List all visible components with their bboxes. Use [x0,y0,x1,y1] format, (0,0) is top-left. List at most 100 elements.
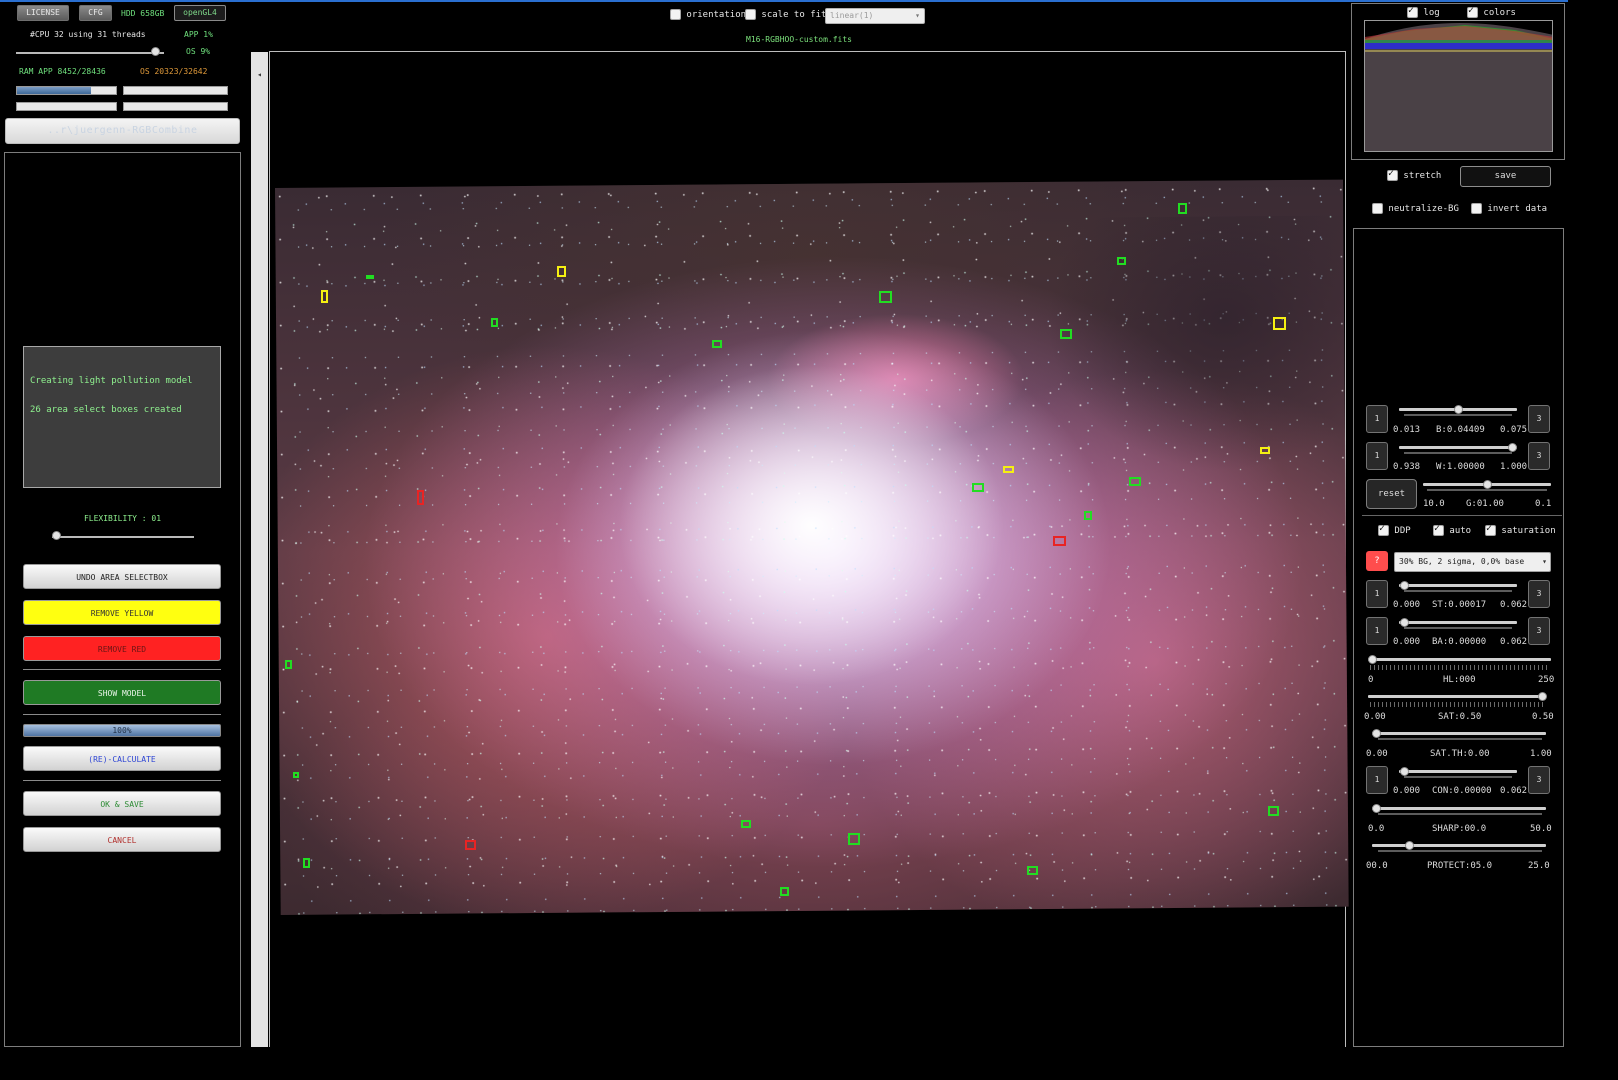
w-slider-knob[interactable] [1508,443,1517,452]
ok-save-button[interactable]: OK & SAVE [23,791,221,816]
area-selectbox[interactable] [972,483,984,492]
con-decrease-button[interactable]: 1 [1366,766,1388,794]
b-decrease-button[interactable]: 1 [1366,405,1388,433]
b-increase-button[interactable]: 3 [1528,405,1550,433]
b-slider[interactable] [1399,405,1517,414]
area-selectbox[interactable] [780,887,789,896]
panel-splitter[interactable]: ◂ [251,52,268,1047]
area-selectbox[interactable] [848,833,860,845]
area-selectbox[interactable] [712,340,722,348]
protect-slider[interactable] [1372,841,1546,850]
area-selectbox[interactable] [741,820,751,828]
area-selectbox[interactable] [417,490,424,505]
help-button[interactable]: ? [1366,551,1388,571]
area-selectbox[interactable] [1117,257,1126,265]
area-selectbox[interactable] [1273,317,1286,330]
area-selectbox[interactable] [1260,447,1270,454]
protect-slider-knob[interactable] [1405,841,1414,850]
colors-toggle[interactable]: colors [1467,5,1516,18]
sharp-slider[interactable] [1372,804,1546,813]
st-slider-knob[interactable] [1400,581,1409,590]
thread-slider-knob[interactable] [151,47,160,56]
area-selectbox[interactable] [557,266,566,277]
area-selectbox[interactable] [303,858,310,868]
colors-checkbox[interactable] [1467,5,1478,18]
show-model-button[interactable]: SHOW MODEL [23,680,221,705]
st-decrease-button[interactable]: 1 [1366,580,1388,608]
hl-slider[interactable] [1368,655,1551,664]
area-selectbox[interactable] [1003,466,1014,473]
ba-slider[interactable] [1399,618,1517,627]
flexibility-slider-knob[interactable] [52,531,61,540]
area-selectbox[interactable] [1129,477,1141,486]
auto-toggle[interactable]: auto [1433,523,1471,536]
neutralize-bg-toggle[interactable]: neutralize-BG [1372,203,1459,214]
orientation-toggle[interactable]: orientation [670,9,746,20]
area-selectbox[interactable] [1060,329,1072,339]
flexibility-slider[interactable] [52,531,194,540]
license-button[interactable]: LICENSE [17,5,69,21]
orientation-checkbox[interactable] [670,9,681,20]
image-viewer[interactable] [269,51,1349,1047]
area-selectbox[interactable] [1053,536,1066,546]
area-selectbox[interactable] [1178,203,1187,214]
log-toggle[interactable]: log [1407,5,1440,18]
area-selectbox[interactable] [879,291,892,303]
sat-slider-knob[interactable] [1538,692,1547,701]
con-slider-knob[interactable] [1400,767,1409,776]
w-decrease-button[interactable]: 1 [1366,442,1388,470]
st-slider[interactable] [1399,581,1517,590]
w-slider[interactable] [1399,443,1517,452]
area-selectbox[interactable] [1084,511,1092,520]
ddp-preset-select[interactable]: 30% BG, 2 sigma, 0,0% base ▾ [1394,552,1551,572]
area-selectbox[interactable] [1027,866,1038,875]
g-slider[interactable] [1423,480,1551,489]
reset-button[interactable]: reset [1366,479,1417,509]
area-selectbox[interactable] [491,318,498,327]
scale-to-fit-checkbox[interactable] [745,9,756,20]
collapse-arrow-icon[interactable]: ◂ [257,70,262,79]
ba-increase-button[interactable]: 3 [1528,617,1550,645]
area-selectbox[interactable] [321,290,328,303]
saturation-toggle[interactable]: saturation [1485,523,1556,536]
cfg-button[interactable]: CFG [79,5,112,21]
area-selectbox[interactable] [465,840,476,850]
undo-selectbox-button[interactable]: UNDO AREA SELECTBOX [23,564,221,589]
log-checkbox[interactable] [1407,5,1418,18]
invert-data-toggle[interactable]: invert data [1471,203,1547,214]
ba-slider-knob[interactable] [1400,618,1409,627]
scale-mode-select[interactable]: linear(1) ▾ [825,8,925,24]
saturation-checkbox[interactable] [1485,523,1496,536]
area-selectbox[interactable] [366,275,374,279]
path-button[interactable]: ..r\juergenn-RGBCombine [5,118,240,144]
stretch-toggle[interactable]: stretch [1387,168,1441,181]
invert-data-checkbox[interactable] [1471,203,1482,214]
scale-to-fit-toggle[interactable]: scale to fit [745,9,826,20]
con-slider[interactable] [1399,767,1517,776]
save-button[interactable]: save [1460,166,1551,187]
w-increase-button[interactable]: 3 [1528,442,1550,470]
area-selectbox[interactable] [293,772,299,778]
sat-slider[interactable] [1368,692,1547,701]
cancel-button[interactable]: CANCEL [23,827,221,852]
area-selectbox[interactable] [285,660,292,669]
ddp-checkbox[interactable] [1378,523,1389,536]
auto-checkbox[interactable] [1433,523,1444,536]
sharp-slider-knob[interactable] [1372,804,1381,813]
con-increase-button[interactable]: 3 [1528,766,1550,794]
neutralize-bg-checkbox[interactable] [1372,203,1383,214]
area-selectbox[interactable] [1268,806,1279,816]
opengl-button[interactable]: openGL4 [174,5,226,21]
st-increase-button[interactable]: 3 [1528,580,1550,608]
ba-decrease-button[interactable]: 1 [1366,617,1388,645]
recalculate-button[interactable]: (RE)-CALCULATE [23,746,221,771]
b-slider-knob[interactable] [1454,405,1463,414]
hl-slider-knob[interactable] [1368,655,1377,664]
remove-yellow-button[interactable]: REMOVE YELLOW [23,600,221,625]
g-slider-knob[interactable] [1483,480,1492,489]
ddp-toggle[interactable]: DDP [1378,523,1411,536]
remove-red-button[interactable]: REMOVE RED [23,636,221,661]
sat-th-slider-knob[interactable] [1372,729,1381,738]
stretch-checkbox[interactable] [1387,168,1398,181]
thread-slider[interactable] [16,47,164,56]
